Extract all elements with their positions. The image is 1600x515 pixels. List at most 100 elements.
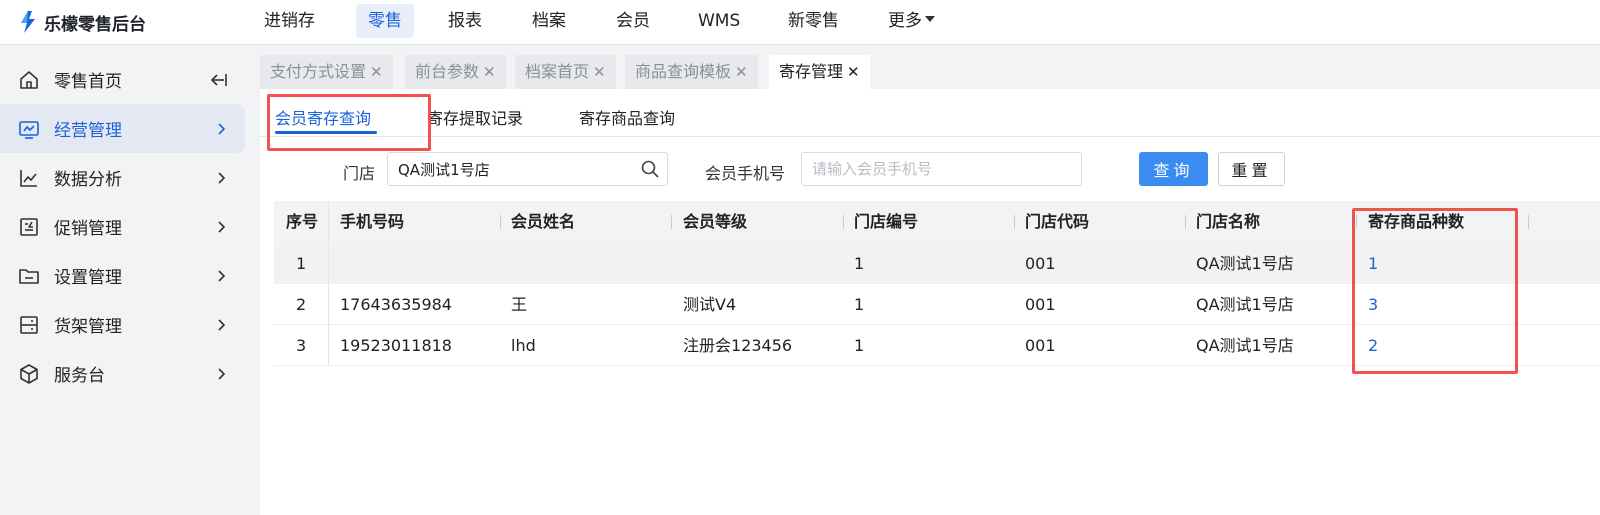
topnav-item-member[interactable]: 会员 (604, 4, 662, 38)
page-tab-label: 寄存管理 (779, 62, 844, 81)
page-tab-payment-settings[interactable]: 支付方式设置 ✕ (260, 55, 393, 89)
cell-index: 1 (296, 254, 307, 273)
column-header-store-number: 门店编号 (854, 212, 919, 231)
store-filter-label: 门店 (343, 164, 376, 183)
monitor-chart-icon (19, 120, 39, 139)
column-header-store-name: 门店名称 (1196, 212, 1261, 231)
cell-phone: 17643635984 (340, 295, 452, 314)
topnav-item-reports[interactable]: 报表 (436, 4, 494, 38)
chevron-right-icon (218, 367, 226, 380)
column-divider (1528, 215, 1529, 229)
topnav-item-more[interactable]: 更多 (876, 4, 947, 38)
column-divider (843, 215, 844, 229)
close-icon[interactable]: ✕ (483, 63, 496, 81)
topnav-item-wms[interactable]: WMS (686, 4, 752, 38)
column-divider (1014, 215, 1015, 229)
column-header-phone: 手机号码 (340, 212, 405, 231)
page-tab-label: 商品查询模板 (635, 62, 732, 81)
cell-member-level: 测试V4 (683, 295, 737, 314)
sidebar-item-label: 设置管理 (54, 268, 122, 288)
chevron-right-icon (218, 318, 226, 331)
page-tab-label: 前台参数 (415, 62, 480, 81)
reset-button[interactable]: 重置 (1218, 152, 1285, 186)
cell-store-number: 1 (854, 295, 865, 314)
cell-index: 2 (296, 295, 307, 314)
sub-tabs: 会员寄存查询 寄存提取记录 寄存商品查询 (260, 89, 1600, 137)
shelf-icon (20, 315, 38, 334)
page-tabs-bar: 支付方式设置 ✕ 前台参数 ✕ 档案首页 ✕ 商品查询模板 ✕ 寄存管理 ✕ (260, 45, 1600, 89)
cell-store-number: 1 (854, 336, 865, 355)
cell-member-name: 王 (511, 295, 528, 314)
caret-down-icon (925, 16, 935, 22)
sidebar-item-label: 货架管理 (54, 317, 122, 337)
cube-icon (20, 363, 38, 384)
line-chart-icon (20, 169, 37, 187)
main-content: 会员寄存查询 寄存提取记录 寄存商品查询 门店 会员手机号 查询 重置 序号 手… (260, 89, 1600, 515)
cell-member-name: lhd (511, 336, 536, 355)
query-button[interactable]: 查询 (1139, 152, 1208, 186)
page-tab-product-query-template[interactable]: 商品查询模板 ✕ (625, 55, 758, 89)
column-divider (671, 215, 672, 229)
topnav-item-retail[interactable]: 零售 (356, 4, 414, 38)
highlight-box-subtab (267, 94, 431, 151)
topnav-item-archive[interactable]: 档案 (520, 4, 578, 38)
page-tab-storage-management[interactable]: 寄存管理 ✕ (769, 55, 870, 89)
home-icon (20, 70, 38, 89)
topnav-more-label: 更多 (888, 11, 922, 31)
subtab-storage-withdraw-records[interactable]: 寄存提取记录 (427, 105, 523, 129)
column-header-store-code: 门店代码 (1025, 212, 1090, 231)
search-icon[interactable] (640, 159, 660, 179)
cell-store-name: QA测试1号店 (1196, 336, 1294, 355)
column-divider (1185, 215, 1186, 229)
close-icon[interactable]: ✕ (847, 63, 860, 81)
app-title: 乐檬零售后台 (44, 14, 146, 35)
chevron-right-icon (218, 269, 226, 282)
sidebar: 零售首页 经营管理 数据分析 促销管理 设置管理 货架管理 服务台 (0, 45, 260, 515)
topnav-item-inventory[interactable]: 进销存 (252, 4, 327, 38)
cell-store-code: 001 (1025, 336, 1056, 355)
cell-phone: 19523011818 (340, 336, 452, 355)
cell-store-code: 001 (1025, 254, 1056, 273)
member-phone-input[interactable] (801, 152, 1082, 186)
cell-member-level: 注册会123456 (683, 336, 793, 355)
sidebar-item-retail-home[interactable]: 零售首页 (0, 55, 245, 104)
logo-icon (18, 10, 38, 34)
store-select-input[interactable] (387, 152, 668, 186)
member-phone-label: 会员手机号 (705, 164, 786, 183)
cell-store-code: 001 (1025, 295, 1056, 314)
subtab-storage-product-query[interactable]: 寄存商品查询 (579, 105, 675, 129)
sidebar-item-label: 促销管理 (54, 219, 122, 239)
sidebar-item-label: 零售首页 (54, 72, 122, 92)
close-icon[interactable]: ✕ (370, 63, 383, 81)
cell-index: 3 (296, 336, 307, 355)
top-bar: 乐檬零售后台 进销存 零售 报表 档案 会员 WMS 新零售 更多 (0, 0, 1600, 45)
sidebar-item-label: 数据分析 (54, 170, 122, 190)
folder-icon (19, 268, 39, 284)
sidebar-item-label: 经营管理 (54, 121, 122, 141)
collapse-icon[interactable] (210, 72, 228, 88)
chevron-right-icon (218, 122, 226, 135)
sidebar-item-shelf[interactable]: 货架管理 (0, 300, 245, 349)
page-tab-frontend-params[interactable]: 前台参数 ✕ (405, 55, 506, 89)
sidebar-item-promotion[interactable]: 促销管理 (0, 202, 245, 251)
sidebar-item-service-desk[interactable]: 服务台 (0, 349, 245, 398)
cell-store-name: QA测试1号店 (1196, 254, 1294, 273)
column-header-member-level: 会员等级 (683, 212, 748, 231)
index-column-divider (328, 201, 329, 365)
app-logo[interactable]: 乐檬零售后台 (18, 8, 146, 36)
close-icon[interactable]: ✕ (593, 63, 606, 81)
column-header-member-name: 会员姓名 (511, 212, 576, 231)
column-header-index: 序号 (286, 212, 319, 231)
sidebar-item-data-analysis[interactable]: 数据分析 (0, 153, 245, 202)
topnav-item-new-retail[interactable]: 新零售 (776, 4, 851, 38)
close-icon[interactable]: ✕ (735, 63, 748, 81)
promotion-icon (20, 217, 38, 236)
column-divider (500, 215, 501, 229)
page-tab-archive-home[interactable]: 档案首页 ✕ (515, 55, 616, 89)
page-tab-label: 档案首页 (525, 62, 590, 81)
cell-store-name: QA测试1号店 (1196, 295, 1294, 314)
sidebar-item-operations[interactable]: 经营管理 (0, 104, 245, 153)
page-tab-label: 支付方式设置 (270, 62, 367, 81)
sidebar-item-settings[interactable]: 设置管理 (0, 251, 245, 300)
highlight-box-item-count-column (1352, 208, 1518, 374)
